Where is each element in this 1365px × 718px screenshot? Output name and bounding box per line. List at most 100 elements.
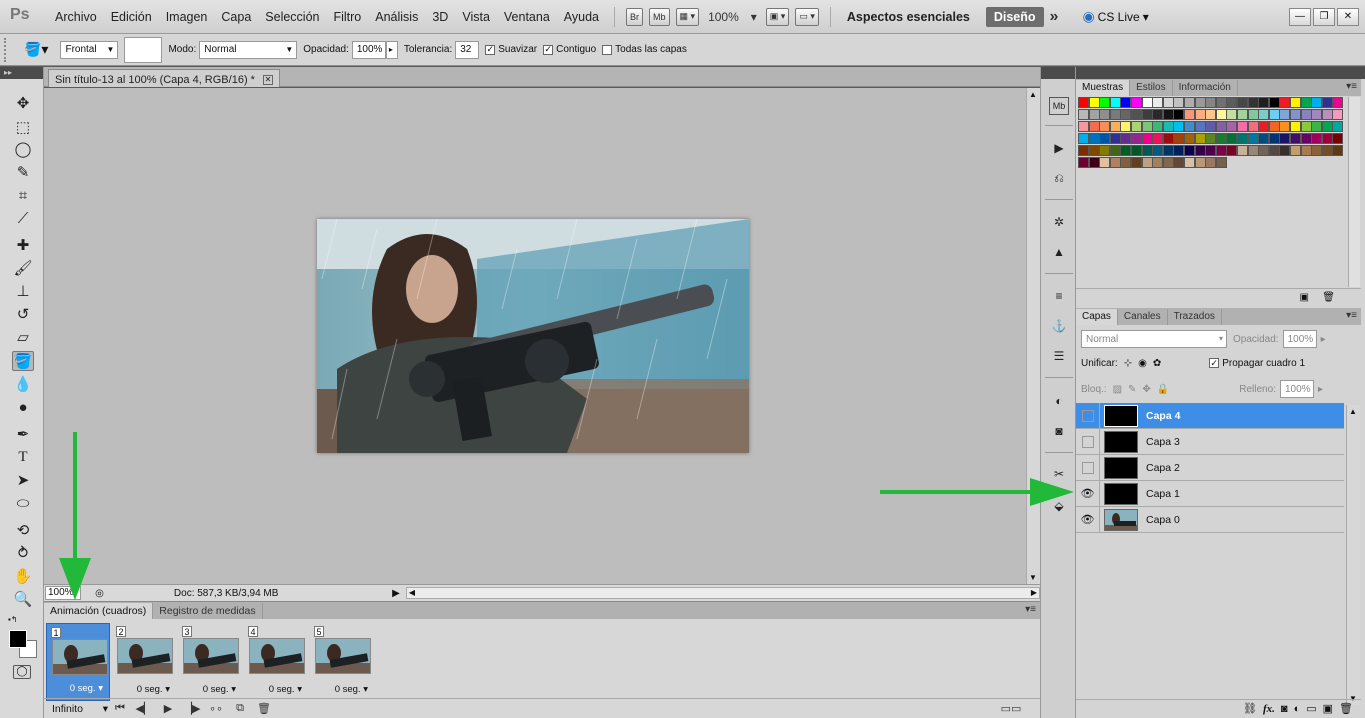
zoom-dropdown-arrow-icon[interactable]: ▾ <box>751 10 757 24</box>
quick-selection-tool-icon[interactable]: ✎ <box>12 162 34 182</box>
color-swatch[interactable] <box>1237 109 1248 120</box>
color-swatch[interactable] <box>1120 109 1132 120</box>
right-panels-header[interactable] <box>1076 67 1365 79</box>
scroll-up-icon[interactable]: ▲ <box>1349 407 1357 416</box>
view-extras-button[interactable]: ▦ ▾ <box>675 7 700 26</box>
crop-tool-icon[interactable]: ⌗ <box>12 185 34 205</box>
color-swatch[interactable] <box>1290 109 1301 120</box>
frame-delay[interactable]: 0 seg. ▾ <box>178 684 242 695</box>
color-swatch[interactable] <box>1290 97 1301 108</box>
default-colors-icon[interactable]: ▪↰ <box>8 615 18 624</box>
layer-name[interactable]: Capa 4 <box>1146 410 1180 422</box>
color-swatch[interactable] <box>1162 97 1174 108</box>
mini-bridge-icon[interactable]: Mb <box>1049 97 1069 115</box>
color-swatch[interactable] <box>1300 133 1312 144</box>
color-swatch[interactable] <box>1088 133 1100 144</box>
opacity-field[interactable]: 100% <box>351 40 386 59</box>
layer-name[interactable]: Capa 3 <box>1146 436 1180 448</box>
color-swatch[interactable] <box>1205 97 1217 108</box>
color-swatch[interactable] <box>1300 121 1312 132</box>
visibility-toggle[interactable] <box>1076 454 1100 481</box>
color-swatch[interactable] <box>1258 133 1270 144</box>
loop-options-dropdown[interactable]: Infinito ▾ <box>52 703 108 715</box>
3d-tools-icon[interactable]: ✂ <box>1049 465 1069 483</box>
menu-ventana[interactable]: Ventana <box>497 10 557 24</box>
lock-paint-icon[interactable]: ✎ <box>1128 384 1136 395</box>
color-swatch[interactable] <box>1194 97 1206 108</box>
color-swatch[interactable] <box>1109 133 1121 144</box>
fill-source-dropdown[interactable]: Frontal ▼ <box>60 40 119 59</box>
color-swatch[interactable] <box>1184 133 1195 144</box>
color-swatch[interactable] <box>1120 97 1132 108</box>
color-swatch[interactable] <box>1162 109 1174 120</box>
color-swatch[interactable] <box>1173 157 1185 168</box>
histogram-icon[interactable]: ▲ <box>1049 243 1069 261</box>
color-swatch[interactable] <box>1215 133 1227 144</box>
pattern-picker[interactable] <box>124 36 163 63</box>
color-swatch[interactable] <box>1184 109 1195 120</box>
smooth-checkbox[interactable]: ✓ <box>485 44 496 55</box>
color-swatch[interactable] <box>1109 157 1121 168</box>
color-swatch[interactable] <box>1131 109 1142 120</box>
zoom-field[interactable]: 100% <box>45 586 82 600</box>
delete-frame-icon[interactable]: 🗑 <box>255 702 273 716</box>
color-swatch[interactable] <box>1184 97 1195 108</box>
color-swatch[interactable] <box>1088 121 1100 132</box>
link-layers-icon[interactable]: ⛓ <box>1243 702 1257 715</box>
layer-name[interactable]: Capa 2 <box>1146 462 1180 474</box>
layer-blend-mode-dropdown[interactable]: Normal ▾ <box>1081 330 1227 348</box>
history-icon[interactable]: ⎌ <box>1049 169 1069 187</box>
color-swatch[interactable] <box>1131 157 1142 168</box>
color-swatch[interactable] <box>1078 145 1089 156</box>
fill-field[interactable]: 100% <box>1279 380 1314 398</box>
tab-trazados[interactable]: Trazados <box>1168 309 1222 325</box>
tab-canales[interactable]: Canales <box>1118 309 1168 325</box>
animation-frame[interactable]: 1 0 seg. ▾ <box>46 623 110 701</box>
color-swatch[interactable] <box>1279 133 1291 144</box>
3d-orbit-tool-icon[interactable]: ⥁ <box>12 543 34 563</box>
blend-mode-dropdown[interactable]: Normal ▼ <box>199 40 298 59</box>
tab-informacion[interactable]: Información <box>1173 80 1238 96</box>
frame-delay[interactable]: 0 seg. ▾ <box>112 684 176 695</box>
play-icon[interactable]: ▶ <box>159 702 177 716</box>
panel-menu-icon[interactable]: ▾≡ <box>1025 604 1036 615</box>
color-swatch[interactable] <box>1237 97 1248 108</box>
color-swatch[interactable] <box>1131 145 1142 156</box>
color-swatch[interactable] <box>1088 97 1100 108</box>
color-swatch[interactable] <box>1120 145 1132 156</box>
convert-timeline-icon[interactable]: ▭▭ <box>1001 702 1022 716</box>
more-workspaces-icon[interactable]: » <box>1050 8 1059 26</box>
options-grip[interactable] <box>4 37 10 62</box>
layer-name[interactable]: Capa 1 <box>1146 488 1180 500</box>
color-swatch[interactable] <box>1162 157 1174 168</box>
first-frame-icon[interactable]: ⏮ <box>111 702 129 716</box>
clone-stamp-tool-icon[interactable]: ⊥ <box>12 281 34 301</box>
hand-tool-icon[interactable]: ✋ <box>12 566 34 586</box>
color-swatch[interactable] <box>1099 109 1111 120</box>
color-swatch[interactable] <box>1194 121 1206 132</box>
color-swatch[interactable] <box>1237 133 1248 144</box>
eyedropper-tool-icon[interactable]: ⟋ <box>12 208 34 228</box>
color-swatch[interactable] <box>1279 145 1291 156</box>
color-swatch[interactable] <box>1321 133 1333 144</box>
color-swatch[interactable] <box>1141 109 1153 120</box>
color-swatch[interactable] <box>1152 109 1164 120</box>
visibility-toggle[interactable] <box>1076 428 1100 455</box>
tab-measurement-log[interactable]: Registro de medidas <box>153 603 263 619</box>
color-swatch[interactable] <box>1173 145 1185 156</box>
dodge-tool-icon[interactable]: ● <box>12 397 34 417</box>
color-swatch[interactable] <box>1332 109 1344 120</box>
color-swatch[interactable] <box>1162 121 1174 132</box>
color-swatch[interactable] <box>1321 145 1333 156</box>
clone-source-icon[interactable]: ⚓ <box>1049 317 1069 335</box>
color-swatch[interactable] <box>1120 157 1132 168</box>
layers-scrollbar[interactable]: ▲ ▼ <box>1346 405 1360 705</box>
menu-vista[interactable]: Vista <box>455 10 497 24</box>
color-swatch[interactable] <box>1215 109 1227 120</box>
zoom-level-dropdown[interactable]: 100% <box>708 10 739 24</box>
layer-opacity-field[interactable]: 100% <box>1282 330 1317 348</box>
color-swatch[interactable] <box>1332 133 1344 144</box>
color-swatch[interactable] <box>1194 145 1206 156</box>
color-swatch[interactable] <box>1088 145 1100 156</box>
color-swatch[interactable] <box>1078 97 1089 108</box>
